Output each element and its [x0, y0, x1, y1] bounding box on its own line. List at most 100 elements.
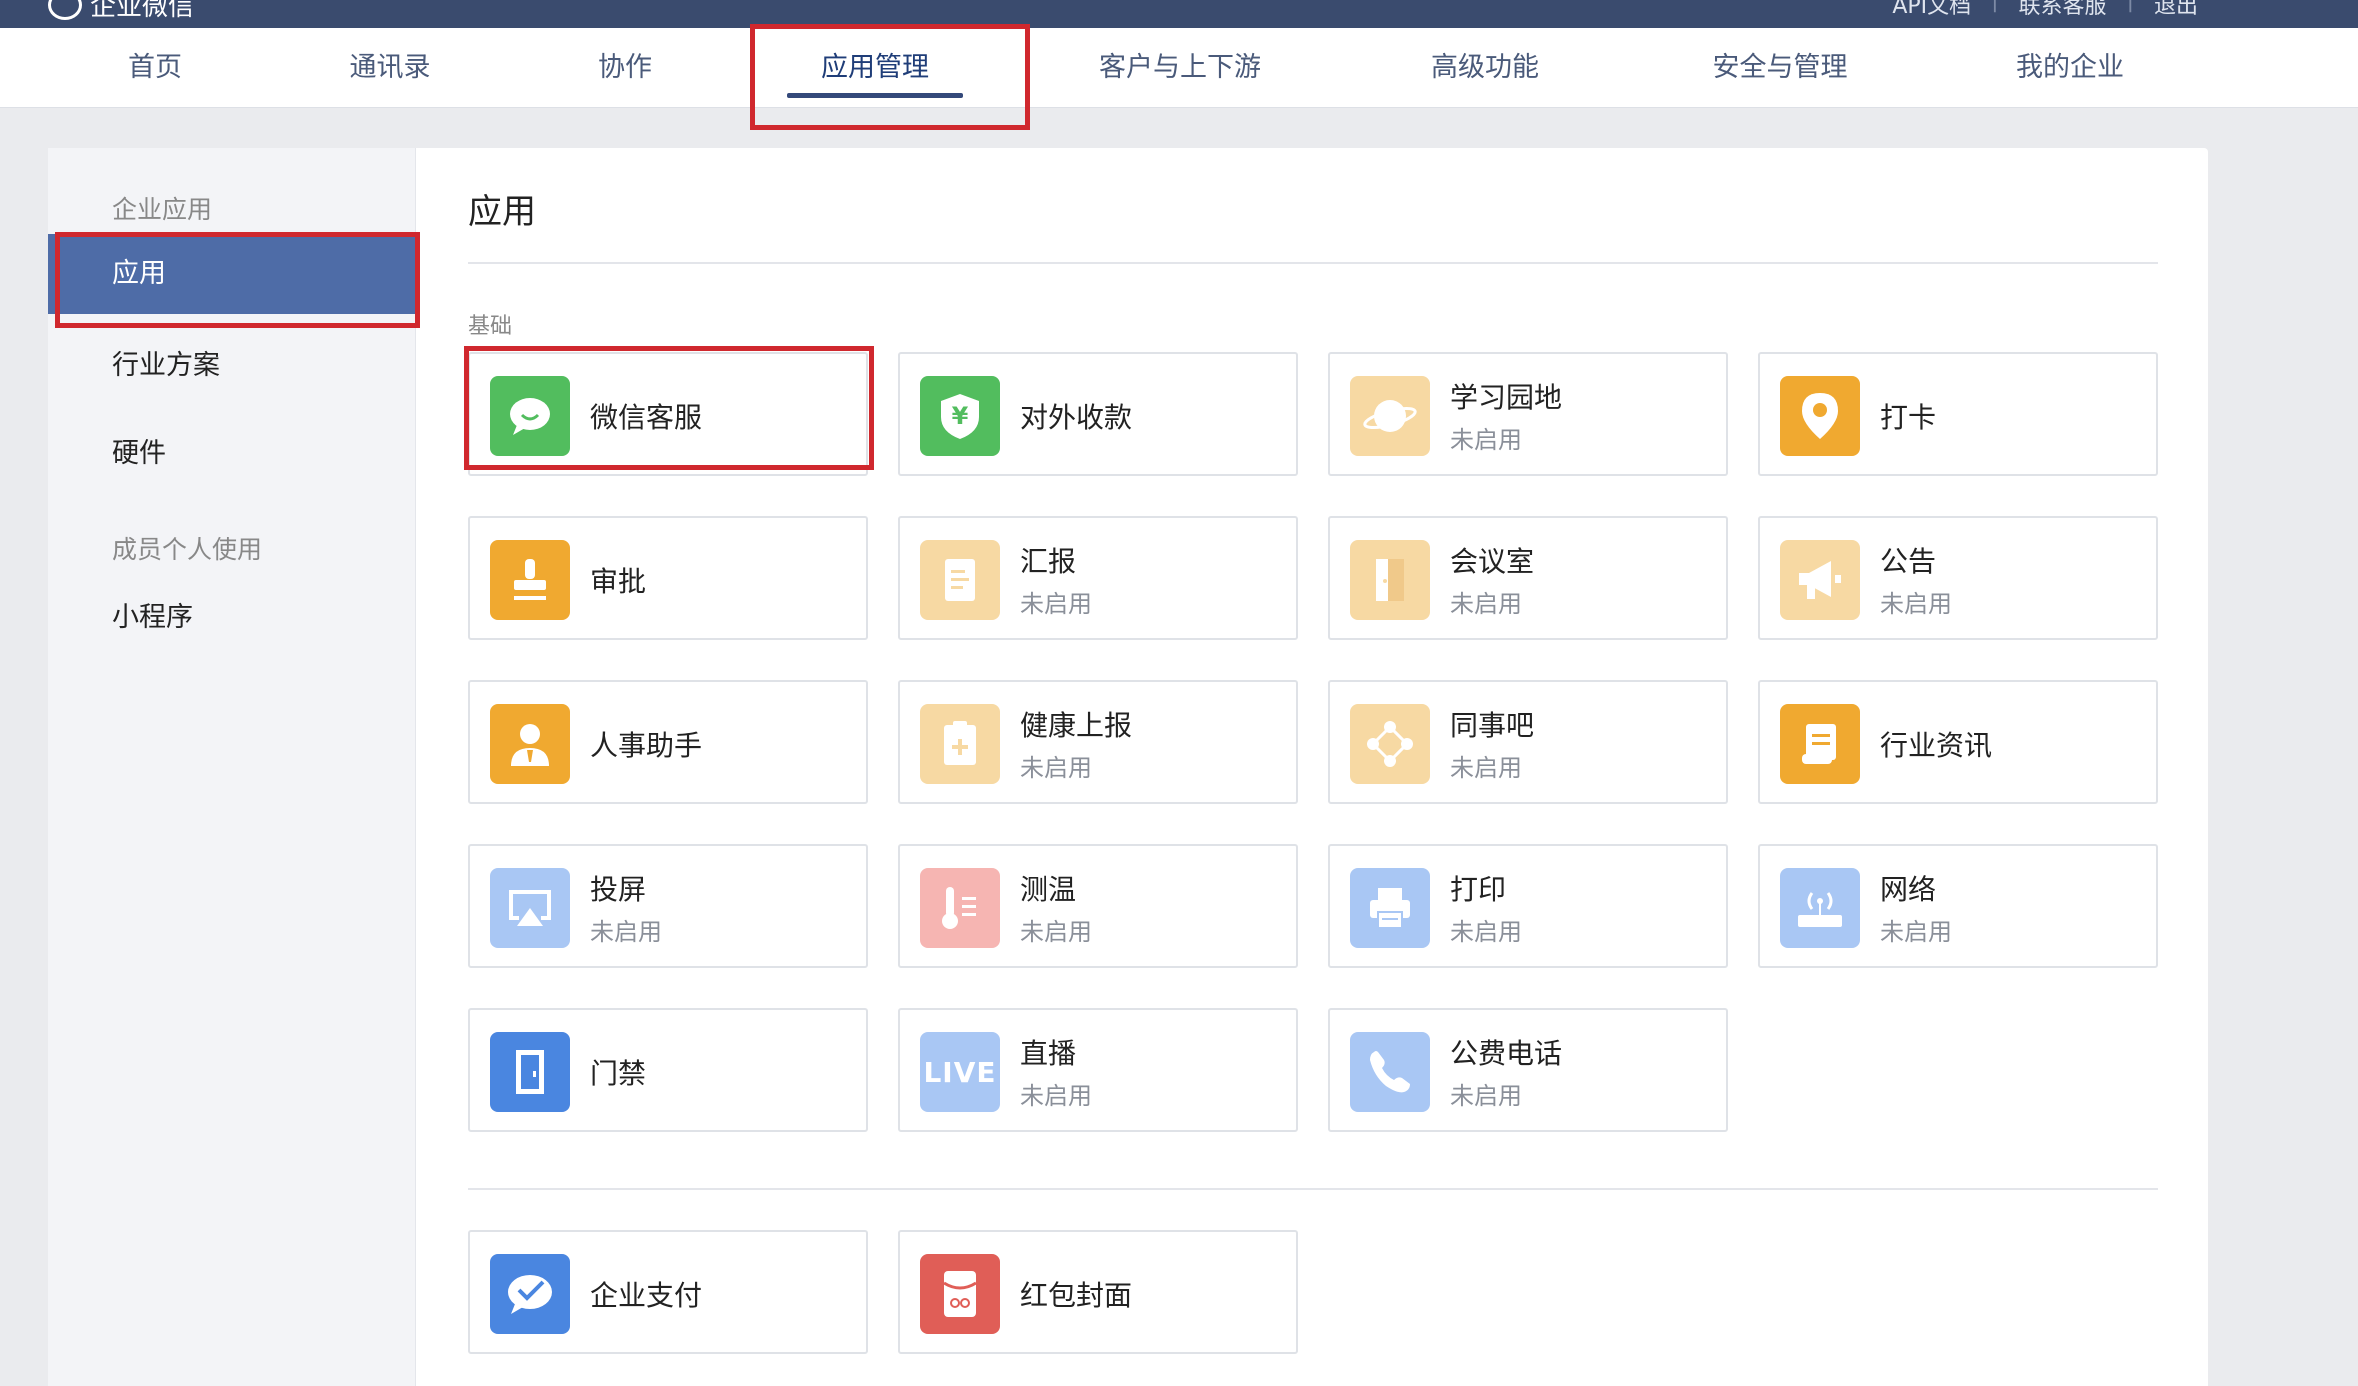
app-name: 对外收款 — [1020, 401, 1133, 434]
sidebar-item-apps[interactable]: 应用 — [48, 234, 416, 314]
thermometer-icon — [920, 868, 1000, 948]
app-tile[interactable]: 投屏 未启用 — [468, 844, 868, 968]
page-title: 应用 — [468, 192, 536, 232]
tab-contacts[interactable]: 通讯录 — [330, 28, 450, 108]
person-tie-icon — [490, 704, 570, 784]
yuan-shield-icon: ¥ — [920, 376, 1000, 456]
app-tile[interactable]: 微信客服 — [468, 352, 868, 476]
app-name: 审批 — [590, 565, 647, 598]
tab-security-management[interactable]: 安全与管理 — [1690, 28, 1870, 108]
content-card: 企业应用 应用 行业方案 硬件 成员个人使用 小程序 应用 基础 微信客服 ¥ 对外… — [48, 148, 2208, 1386]
app-tile[interactable]: 公费电话 未启用 — [1328, 1008, 1728, 1132]
door-access-icon — [490, 1032, 570, 1112]
app-tile[interactable]: 同事吧 未启用 — [1328, 680, 1728, 804]
app-name: 微信客服 — [590, 401, 703, 434]
contact-support-link[interactable]: 联系客服 — [2019, 0, 2107, 20]
logo-text: 企业微信 — [90, 0, 195, 22]
app-status: 未启用 — [1450, 918, 1522, 946]
app-tile[interactable]: 打印 未启用 — [1328, 844, 1728, 968]
red-envelope-icon — [920, 1254, 1000, 1334]
app-tile[interactable]: ¥ 对外收款 — [898, 352, 1298, 476]
megaphone-icon — [1780, 540, 1860, 620]
app-name: 汇报 — [1020, 545, 1077, 578]
app-status: 未启用 — [590, 918, 662, 946]
app-name: 测温 — [1020, 873, 1077, 906]
airplay-icon — [490, 868, 570, 948]
app-name: 行业资讯 — [1880, 729, 1993, 762]
sidebar: 企业应用 应用 行业方案 硬件 成员个人使用 小程序 — [48, 148, 416, 1386]
link-separator: | — [2126, 0, 2134, 13]
location-pin-icon — [1780, 376, 1860, 456]
app-status: 未启用 — [1880, 918, 1952, 946]
app-name: 打卡 — [1880, 401, 1937, 434]
app-tile[interactable]: 门禁 — [468, 1008, 868, 1132]
top-bar: 企业微信 API文档 | 联系客服 | 退出 — [0, 0, 2358, 28]
app-name: 企业支付 — [590, 1279, 703, 1312]
tab-app-management-label: 应用管理 — [821, 52, 929, 83]
network-nodes-icon — [1350, 704, 1430, 784]
door-icon — [1350, 540, 1430, 620]
app-tile[interactable]: 人事助手 — [468, 680, 868, 804]
tab-app-management[interactable]: 应用管理 — [787, 28, 963, 108]
tab-my-enterprise[interactable]: 我的企业 — [2000, 28, 2140, 108]
title-divider — [468, 262, 2158, 264]
group-label-basic: 基础 — [468, 314, 513, 339]
sidebar-item-hardware[interactable]: 硬件 — [48, 414, 416, 494]
pay-bubble-icon — [490, 1254, 570, 1334]
app-name: 公告 — [1880, 545, 1937, 578]
printer-icon — [1350, 868, 1430, 948]
logout-link[interactable]: 退出 — [2154, 0, 2198, 20]
app-name: 直播 — [1020, 1037, 1077, 1070]
app-tile[interactable]: 企业支付 — [468, 1230, 868, 1354]
app-tile[interactable]: 网络 未启用 — [1758, 844, 2158, 968]
sidebar-item-mini-programs[interactable]: 小程序 — [48, 578, 416, 658]
app-tile[interactable]: 学习园地 未启用 — [1328, 352, 1728, 476]
main-nav: 首页 通讯录 协作 应用管理 客户与上下游 高级功能 安全与管理 我的企业 — [0, 28, 2358, 108]
app-name: 红包封面 — [1020, 1279, 1133, 1312]
app-name: 投屏 — [590, 873, 647, 906]
app-name: 打印 — [1450, 873, 1507, 906]
tab-home[interactable]: 首页 — [100, 28, 210, 108]
logo[interactable]: 企业微信 — [48, 0, 194, 23]
app-tile[interactable]: 会议室 未启用 — [1328, 516, 1728, 640]
app-name: 学习园地 — [1450, 381, 1563, 414]
app-tile[interactable]: LIVE 直播未启用 — [898, 1008, 1298, 1132]
app-tile[interactable]: 审批 — [468, 516, 868, 640]
app-tile[interactable]: 测温 未启用 — [898, 844, 1298, 968]
tab-collaboration[interactable]: 协作 — [575, 28, 675, 108]
app-status: 未启用 — [1020, 918, 1092, 946]
logo-icon — [48, 0, 82, 20]
chat-bubble-icon — [490, 376, 570, 456]
app-name: 健康上报 — [1020, 709, 1133, 742]
svg-text:¥: ¥ — [952, 402, 969, 430]
app-name: 网络 — [1880, 873, 1937, 906]
scroll-doc-icon — [1780, 704, 1860, 784]
clipboard-plus-icon — [920, 704, 1000, 784]
app-name: 会议室 — [1450, 545, 1535, 578]
link-separator: | — [1991, 0, 1999, 13]
sidebar-section-personal-use: 成员个人使用 — [112, 535, 263, 564]
app-tile[interactable]: 公告 未启用 — [1758, 516, 2158, 640]
live-icon: LIVE — [920, 1032, 1000, 1112]
app-status: 未启用 — [1450, 1082, 1522, 1110]
api-docs-link[interactable]: API文档 — [1892, 0, 1971, 20]
app-tile[interactable]: 打卡 — [1758, 352, 2158, 476]
app-name: 门禁 — [590, 1057, 647, 1090]
stamp-icon — [490, 540, 570, 620]
app-status: 未启用 — [1450, 754, 1522, 782]
app-tile[interactable]: 行业资讯 — [1758, 680, 2158, 804]
app-tile[interactable]: 健康上报 未启用 — [898, 680, 1298, 804]
app-status: 未启用 — [1020, 1082, 1092, 1110]
tab-advanced-features[interactable]: 高级功能 — [1410, 28, 1560, 108]
header-links: API文档 | 联系客服 | 退出 — [1892, 0, 2198, 20]
tab-customers-partners[interactable]: 客户与上下游 — [1080, 28, 1280, 108]
app-tile[interactable]: 汇报 未启用 — [898, 516, 1298, 640]
app-status: 未启用 — [1020, 590, 1092, 618]
app-status: 未启用 — [1880, 590, 1952, 618]
app-name: 人事助手 — [590, 729, 703, 762]
app-status: 未启用 — [1450, 590, 1522, 618]
active-tab-indicator — [787, 93, 963, 98]
app-tile[interactable]: 红包封面 — [898, 1230, 1298, 1354]
report-doc-icon — [920, 540, 1000, 620]
sidebar-item-industry-solutions[interactable]: 行业方案 — [48, 326, 416, 406]
